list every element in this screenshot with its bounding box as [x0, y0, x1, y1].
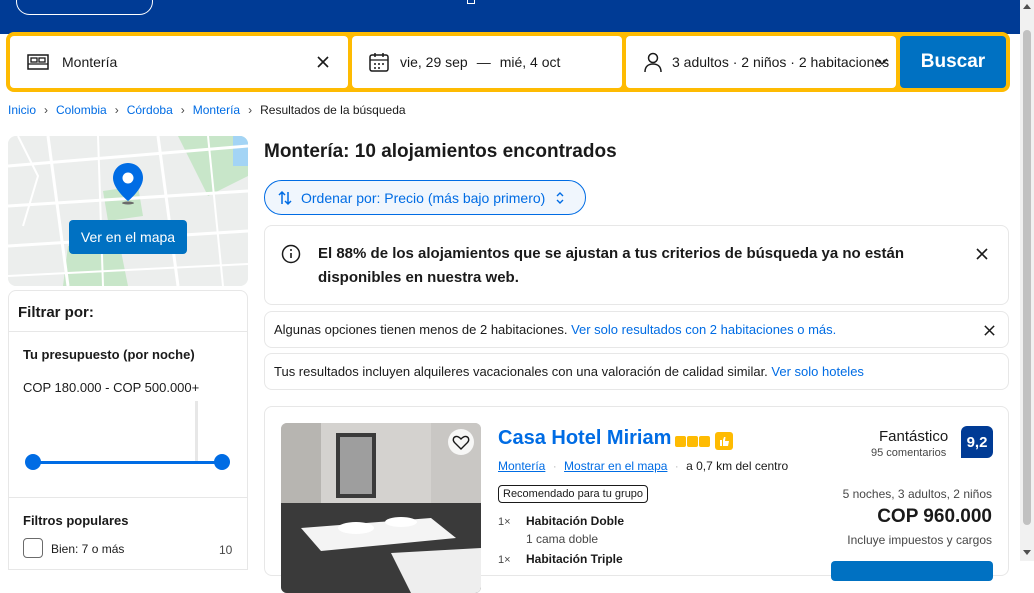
top-header — [0, 0, 1020, 34]
review-word: Fantástico — [879, 428, 949, 445]
room-beds: 1 cama doble — [526, 532, 599, 546]
close-icon[interactable] — [316, 55, 330, 69]
room-qty: 1× — [498, 516, 511, 528]
room-name: Habitación Triple — [526, 552, 623, 566]
budget-slider[interactable] — [32, 461, 222, 464]
filter-checkbox[interactable] — [23, 538, 43, 558]
budget-title: Tu presupuesto (por noche) — [23, 347, 195, 362]
vacation-rentals-notice: Tus resultados incluyen alquileres vacac… — [264, 353, 1009, 390]
budget-max-handle[interactable] — [214, 454, 230, 470]
star-icon — [675, 435, 686, 447]
distance-text: a 0,7 km del centro — [686, 459, 789, 473]
room-line: 1× Habitación Doble — [498, 514, 624, 528]
breadcrumb-item-current: Resultados de la búsqueda — [260, 103, 406, 117]
budget-min-handle[interactable] — [25, 454, 41, 470]
star-icon — [699, 435, 710, 447]
close-icon[interactable] — [983, 324, 996, 337]
notice-text: Tus resultados incluyen alquileres vacac… — [274, 364, 864, 379]
person-icon — [644, 52, 662, 73]
destination-value: Montería — [62, 54, 118, 70]
info-icon — [281, 244, 301, 264]
view-map-button[interactable]: Ver en el mapa — [69, 220, 187, 254]
bed-icon — [27, 54, 49, 70]
filter-count: 10 — [219, 543, 233, 557]
search-button[interactable]: Buscar — [900, 36, 1006, 88]
review-count: 95 comentarios — [871, 447, 947, 459]
property-name[interactable]: Casa Hotel Miriam — [498, 427, 671, 450]
destination-field[interactable]: Montería — [10, 36, 348, 88]
budget-range: COP 180.000 - COP 500.000+ — [23, 380, 200, 395]
availability-alert: El 88% de los alojamientos que se ajusta… — [264, 225, 1009, 305]
map-pin-icon — [113, 163, 143, 205]
notice-link[interactable]: Ver solo hoteles — [771, 364, 864, 379]
breadcrumb-chevron-icon: › — [248, 103, 253, 117]
checkin-value: vie, 29 sep — [400, 54, 468, 70]
breadcrumb: Inicio › Colombia › Córdoba › Montería ›… — [8, 103, 406, 117]
occupancy-field[interactable]: 3 adultos · 2 niños · 2 habitaciones — [626, 36, 896, 88]
property-photo[interactable] — [281, 423, 481, 593]
property-card: Casa Hotel Miriam Montería · Mostrar en … — [264, 406, 1009, 593]
filters-title: Filtrar por: — [18, 304, 94, 321]
separator: · — [552, 459, 557, 473]
date-field[interactable]: vie, 29 sep — mié, 4 oct — [352, 36, 622, 88]
header-pill-button[interactable] — [16, 0, 153, 15]
notice-message: Algunas opciones tienen menos de 2 habit… — [274, 322, 568, 337]
notice-text: Algunas opciones tienen menos de 2 habit… — [274, 322, 836, 337]
results-title: Montería: 10 alojamientos encontrados — [264, 141, 617, 162]
price: COP 960.000 — [877, 506, 992, 527]
separator: · — [674, 459, 679, 473]
calendar-icon — [369, 53, 389, 72]
see-availability-button[interactable] — [831, 561, 993, 581]
notice-message: Tus resultados incluyen alquileres vacac… — [274, 364, 768, 379]
sort-label: Ordenar por: Precio (más bajo primero) — [301, 189, 546, 206]
divider — [9, 497, 247, 498]
rooms-notice: Algunas opciones tienen menos de 2 habit… — [264, 311, 1009, 348]
property-location: Montería · Mostrar en el mapa · a 0,7 km… — [498, 459, 788, 473]
sort-dropdown[interactable]: Ordenar por: Precio (más bajo primero) — [264, 180, 586, 215]
breadcrumb-item-home[interactable]: Inicio — [8, 103, 36, 117]
breadcrumb-chevron-icon: › — [180, 103, 185, 117]
date-separator: — — [476, 54, 491, 70]
thumbs-up-icon — [715, 432, 733, 450]
filter-label: Bien: 7 o más — [51, 542, 125, 556]
recommended-badge: Recomendado para tu grupo — [498, 485, 649, 503]
breadcrumb-item-region[interactable]: Córdoba — [127, 103, 173, 117]
map-preview[interactable]: Ver en el mapa — [8, 136, 248, 286]
room-name: Habitación Doble — [526, 514, 625, 528]
star-rating — [675, 432, 733, 450]
chevron-up-down-icon — [556, 191, 564, 204]
divider — [9, 331, 247, 332]
close-icon[interactable] — [975, 247, 989, 261]
review-score-badge: 9,2 — [961, 426, 993, 458]
breadcrumb-item-city[interactable]: Montería — [193, 103, 240, 117]
chevron-down-icon — [876, 58, 888, 66]
heart-icon[interactable] — [447, 428, 475, 456]
scroll-down-arrow-icon[interactable] — [1023, 550, 1031, 555]
location-link[interactable]: Montería — [498, 459, 545, 473]
alert-text: El 88% de los alojamientos que se ajusta… — [318, 245, 905, 286]
stay-summary: 5 noches, 3 adultos, 2 niños — [842, 487, 992, 501]
room-qty: 1× — [498, 554, 511, 566]
popular-filters-title: Filtros populares — [23, 513, 129, 528]
breadcrumb-chevron-icon: › — [114, 103, 119, 117]
header-glyph — [467, 0, 475, 4]
taxes-note: Incluye impuestos y cargos — [847, 533, 992, 547]
star-icon — [687, 435, 698, 447]
page-scrollbar[interactable] — [1020, 0, 1034, 561]
notice-link[interactable]: Ver solo resultados con 2 habitaciones o… — [571, 322, 836, 337]
map-image — [8, 136, 248, 286]
show-on-map-link[interactable]: Mostrar en el mapa — [564, 459, 667, 473]
sort-arrows-icon — [278, 190, 292, 205]
checkout-value: mié, 4 oct — [499, 54, 561, 70]
search-bar: Montería vie, 29 sep — mié, 4 oct 3 adul… — [6, 32, 1010, 92]
room-line: 1× Habitación Triple — [498, 552, 623, 566]
filters-panel: Filtrar por: Tu presupuesto (por noche) … — [8, 290, 248, 570]
scrollbar-thumb[interactable] — [1023, 30, 1031, 525]
breadcrumb-chevron-icon: › — [44, 103, 49, 117]
breadcrumb-item-country[interactable]: Colombia — [56, 103, 107, 117]
scroll-up-arrow-icon[interactable] — [1023, 4, 1031, 9]
occupancy-value: 3 adultos · 2 niños · 2 habitaciones — [672, 54, 890, 70]
budget-histogram — [195, 401, 198, 463]
